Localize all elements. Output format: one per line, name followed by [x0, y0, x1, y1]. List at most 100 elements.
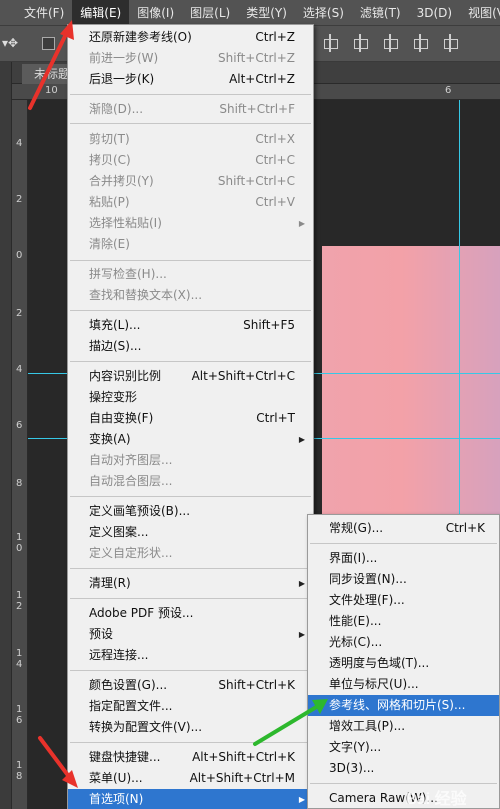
menu-item-label: Adobe PDF 预设... [89, 606, 194, 620]
tools-panel [0, 62, 12, 809]
edit-menu-free-transform[interactable]: 自由变换(F) Ctrl+T [68, 408, 313, 429]
menu-item-label: 指定配置文件... [89, 699, 173, 713]
align-left-icon[interactable] [322, 34, 338, 52]
edit-menu-paste-special[interactable]: 选择性粘贴(I) ▶ [68, 213, 313, 234]
pref-3d[interactable]: 3D(3)... [308, 758, 499, 779]
menu-item-label: 自由变换(F) [89, 411, 154, 425]
pref-cursors[interactable]: 光标(C)... [308, 632, 499, 653]
menu-item-label: 粘贴(P) [89, 195, 130, 209]
menu-item-label: 菜单(U)... [89, 771, 143, 785]
edit-menu-spell-check[interactable]: 拼写检查(H)... [68, 264, 313, 285]
edit-menu-cut[interactable]: 剪切(T) Ctrl+X [68, 129, 313, 150]
pref-interface[interactable]: 界面(I)... [308, 548, 499, 569]
auto-select-checkbox[interactable] [42, 37, 55, 50]
submenu-arrow-icon: ▶ [298, 795, 305, 804]
edit-menu-define-shape[interactable]: 定义自定形状... [68, 543, 313, 564]
edit-menu-undo[interactable]: 还原新建参考线(O) Ctrl+Z [68, 27, 313, 48]
menu-item-label: Camera Raw(W)... [329, 791, 438, 805]
menu-bar: 文件(F) 编辑(E) 图像(I) 图层(L) 类型(Y) 选择(S) 滤镜(T… [0, 0, 500, 26]
menu-separator [70, 568, 311, 569]
menu-item-label: 颜色设置(G)... [89, 678, 168, 692]
edit-menu-copy[interactable]: 拷贝(C) Ctrl+C [68, 150, 313, 171]
edit-menu-preferences[interactable]: 首选项(N) ▶ [68, 789, 313, 809]
edit-menu-auto-align[interactable]: 自动对齐图层... [68, 450, 313, 471]
edit-menu-puppet-warp[interactable]: 操控变形 [68, 387, 313, 408]
ruler-tick: 6 [445, 85, 452, 96]
edit-menu-copy-merged[interactable]: 合并拷贝(Y) Shift+Ctrl+C [68, 171, 313, 192]
pref-transparency-gamut[interactable]: 透明度与色域(T)... [308, 653, 499, 674]
menu-separator [70, 123, 311, 124]
menu-item-label: 3D(3)... [329, 761, 375, 775]
menu-filter[interactable]: 滤镜(T) [352, 0, 409, 26]
align-right-icon[interactable] [382, 34, 398, 52]
pref-performance[interactable]: 性能(E)... [308, 611, 499, 632]
edit-menu-keyboard-shortcuts[interactable]: 键盘快捷键... Alt+Shift+Ctrl+K [68, 747, 313, 768]
pref-guides-grid-slices[interactable]: 参考线、网格和切片(S)... [308, 695, 499, 716]
edit-menu-clear[interactable]: 清除(E) [68, 234, 313, 255]
pref-plugins[interactable]: 增效工具(P)... [308, 716, 499, 737]
edit-menu-find-replace[interactable]: 查找和替换文本(X)... [68, 285, 313, 306]
distribute-2-icon[interactable] [442, 34, 458, 52]
menu-item-label: 还原新建参考线(O) [89, 30, 192, 44]
edit-menu-remote-connections[interactable]: 远程连接... [68, 645, 313, 666]
ruler-tick: 10 [45, 85, 58, 96]
menu-item-label: 透明度与色域(T)... [329, 656, 430, 670]
edit-menu-transform[interactable]: 变换(A) ▶ [68, 429, 313, 450]
menu-item-label: 变换(A) [89, 432, 131, 446]
menu-item-shortcut: Alt+Shift+Ctrl+M [189, 771, 295, 785]
edit-menu-step-backward[interactable]: 后退一步(K) Alt+Ctrl+Z [68, 69, 313, 90]
align-hcenter-icon[interactable] [352, 34, 368, 52]
menu-edit[interactable]: 编辑(E) [72, 0, 130, 26]
menu-item-shortcut: Ctrl+V [255, 195, 295, 209]
edit-menu-stroke[interactable]: 描边(S)... [68, 336, 313, 357]
edit-menu-auto-blend[interactable]: 自动混合图层... [68, 471, 313, 492]
pref-file-handling[interactable]: 文件处理(F)... [308, 590, 499, 611]
distribute-icon[interactable] [412, 34, 428, 52]
menu-item-label: 文件处理(F)... [329, 593, 405, 607]
submenu-arrow-icon: ▶ [298, 219, 305, 228]
menu-item-shortcut: Shift+Ctrl+F [219, 102, 295, 116]
menu-image[interactable]: 图像(I) [129, 0, 182, 26]
ruler-tick: 2 [16, 308, 23, 319]
menu-layer[interactable]: 图层(L) [182, 0, 238, 26]
edit-menu: 还原新建参考线(O) Ctrl+Z 前进一步(W) Shift+Ctrl+Z 后退一… [67, 24, 314, 809]
pref-general[interactable]: 常规(G)... Ctrl+K [308, 518, 499, 539]
menu-select[interactable]: 选择(S) [295, 0, 352, 26]
edit-menu-fade[interactable]: 渐隐(D)... Shift+Ctrl+F [68, 99, 313, 120]
edit-menu-content-aware-scale[interactable]: 内容识别比例 Alt+Shift+Ctrl+C [68, 366, 313, 387]
edit-menu-menus[interactable]: 菜单(U)... Alt+Shift+Ctrl+M [68, 768, 313, 789]
edit-menu-assign-profile[interactable]: 指定配置文件... [68, 696, 313, 717]
menu-file[interactable]: 文件(F) [16, 0, 72, 26]
pref-sync-settings[interactable]: 同步设置(N)... [308, 569, 499, 590]
move-tool-icon[interactable]: ▾✥ [2, 36, 18, 50]
menu-3d[interactable]: 3D(D) [409, 0, 460, 26]
edit-menu-define-pattern[interactable]: 定义图案... [68, 522, 313, 543]
edit-menu-pdf-presets[interactable]: Adobe PDF 预设... [68, 603, 313, 624]
submenu-arrow-icon: ▶ [298, 579, 305, 588]
edit-menu-step-forward[interactable]: 前进一步(W) Shift+Ctrl+Z [68, 48, 313, 69]
menu-item-shortcut: Ctrl+K [445, 521, 485, 535]
edit-menu-presets[interactable]: 预设 ▶ [68, 624, 313, 645]
pref-units-rulers[interactable]: 单位与标尺(U)... [308, 674, 499, 695]
menu-view[interactable]: 视图(V) [460, 0, 500, 26]
edit-menu-paste[interactable]: 粘贴(P) Ctrl+V [68, 192, 313, 213]
document-canvas[interactable] [322, 246, 500, 516]
menu-item-label: 远程连接... [89, 648, 149, 662]
edit-menu-color-settings[interactable]: 颜色设置(G)... Shift+Ctrl+K [68, 675, 313, 696]
menu-separator [310, 543, 497, 544]
edit-menu-define-brush[interactable]: 定义画笔预设(B)... [68, 501, 313, 522]
menu-item-shortcut: Alt+Shift+Ctrl+K [192, 750, 295, 764]
preferences-submenu: 常规(G)... Ctrl+K 界面(I)... 同步设置(N)... 文件处理(… [307, 514, 500, 809]
ruler-tick: 1 8 [16, 760, 23, 782]
menu-item-label: 渐隐(D)... [89, 102, 144, 116]
menu-item-label: 单位与标尺(U)... [329, 677, 419, 691]
menu-item-label: 定义自定形状... [89, 546, 173, 560]
edit-menu-purge[interactable]: 清理(R) ▶ [68, 573, 313, 594]
menu-item-label: 操控变形 [89, 390, 138, 404]
pref-type[interactable]: 文字(Y)... [308, 737, 499, 758]
menu-separator [70, 496, 311, 497]
pref-camera-raw[interactable]: Camera Raw(W)... [308, 788, 499, 809]
edit-menu-convert-profile[interactable]: 转换为配置文件(V)... [68, 717, 313, 738]
menu-type[interactable]: 类型(Y) [238, 0, 295, 26]
edit-menu-fill[interactable]: 填充(L)... Shift+F5 [68, 315, 313, 336]
